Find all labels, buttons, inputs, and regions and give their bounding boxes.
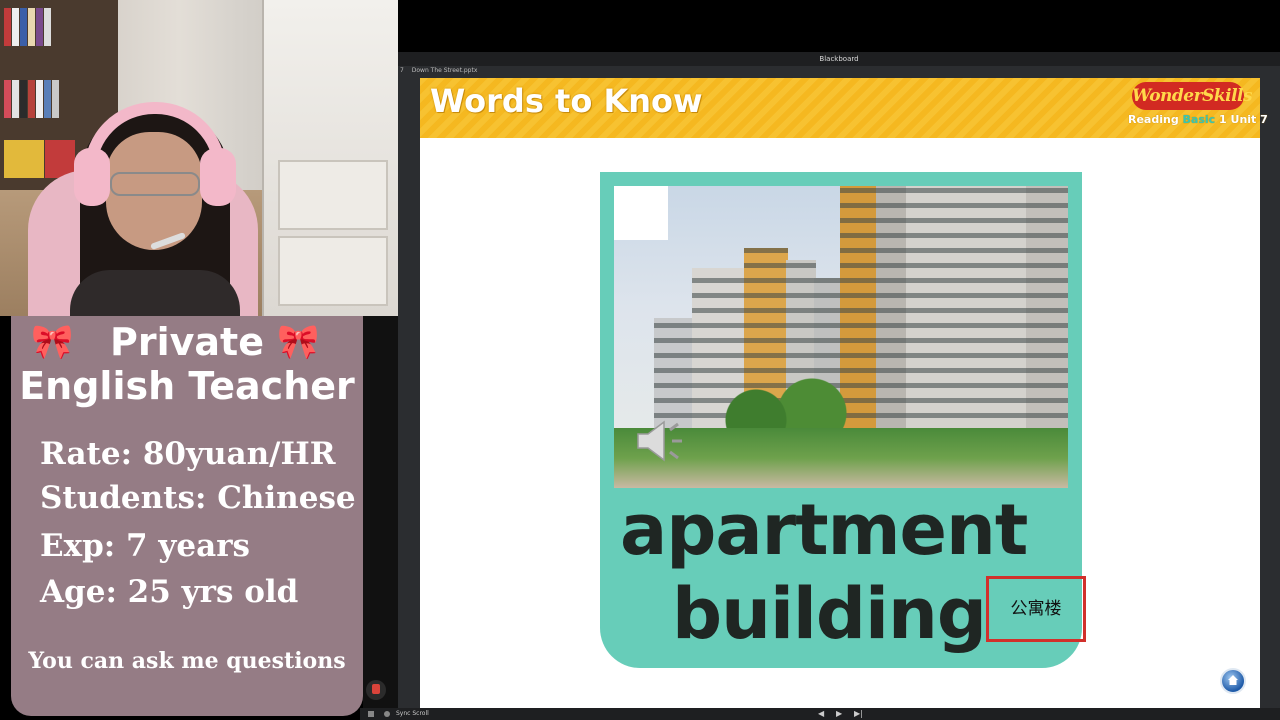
vocab-word-line1: apartment — [620, 489, 1028, 571]
tab-number: 7 — [400, 67, 404, 74]
brand-logo: WonderSkills — [1132, 82, 1253, 110]
age-text: Age: 25 yrs old — [40, 574, 299, 610]
experience-text: Exp: 7 years — [40, 528, 250, 564]
card-title-line1: Private — [110, 320, 264, 364]
blackboard-window: Blackboard 7 Down The Street.pptx Words … — [398, 52, 1280, 720]
side-strip — [363, 316, 398, 720]
sync-icon[interactable] — [384, 711, 390, 717]
rate-text: Rate: 80yuan/HR — [40, 436, 336, 472]
cabinet — [262, 0, 398, 316]
teacher — [70, 88, 240, 316]
info-card: 🎀 🎀 Private English Teacher Rate: 80yuan… — [11, 316, 363, 716]
slide: Words to Know WonderSkills Reading Basic… — [420, 78, 1268, 710]
next-slide-button[interactable]: ▶| — [854, 709, 863, 719]
translation-box: 公寓楼 — [986, 576, 1086, 642]
vocab-word-line2: building — [672, 573, 987, 655]
students-text: Students: Chinese — [40, 480, 356, 516]
card-title-line2: English Teacher — [19, 364, 355, 408]
chat-icon[interactable] — [366, 680, 386, 700]
brand: WonderSkills Reading Basic 1 Unit 7 — [1128, 82, 1268, 132]
brand-subtitle: Reading Basic 1 Unit 7 — [1128, 113, 1268, 126]
webcam-feed — [0, 0, 398, 316]
bottom-toolbar: Sync Scroll ◀ ▶ ▶| — [360, 708, 1280, 720]
slide-header: Words to Know WonderSkills Reading Basic… — [420, 78, 1268, 138]
document-tab[interactable]: 7 Down The Street.pptx — [398, 66, 1280, 76]
prev-slide-button[interactable]: ◀ — [818, 709, 824, 719]
tab-label: Down The Street.pptx — [411, 67, 478, 74]
glasses — [110, 172, 200, 196]
home-icon[interactable] — [1220, 668, 1246, 694]
window-title: Blackboard — [398, 52, 1280, 66]
translation-text: 公寓楼 — [1010, 599, 1062, 619]
corner-box — [614, 186, 668, 240]
card-footer: You can ask me questions — [28, 648, 346, 674]
slide-title: Words to Know — [430, 82, 703, 120]
sync-scroll-label[interactable]: Sync Scroll — [396, 709, 429, 719]
sidebar-toggle-icon[interactable] — [368, 711, 374, 717]
card-title: Private English Teacher — [11, 320, 363, 408]
play-button[interactable]: ▶ — [836, 709, 842, 719]
speaker-icon[interactable] — [634, 416, 690, 466]
